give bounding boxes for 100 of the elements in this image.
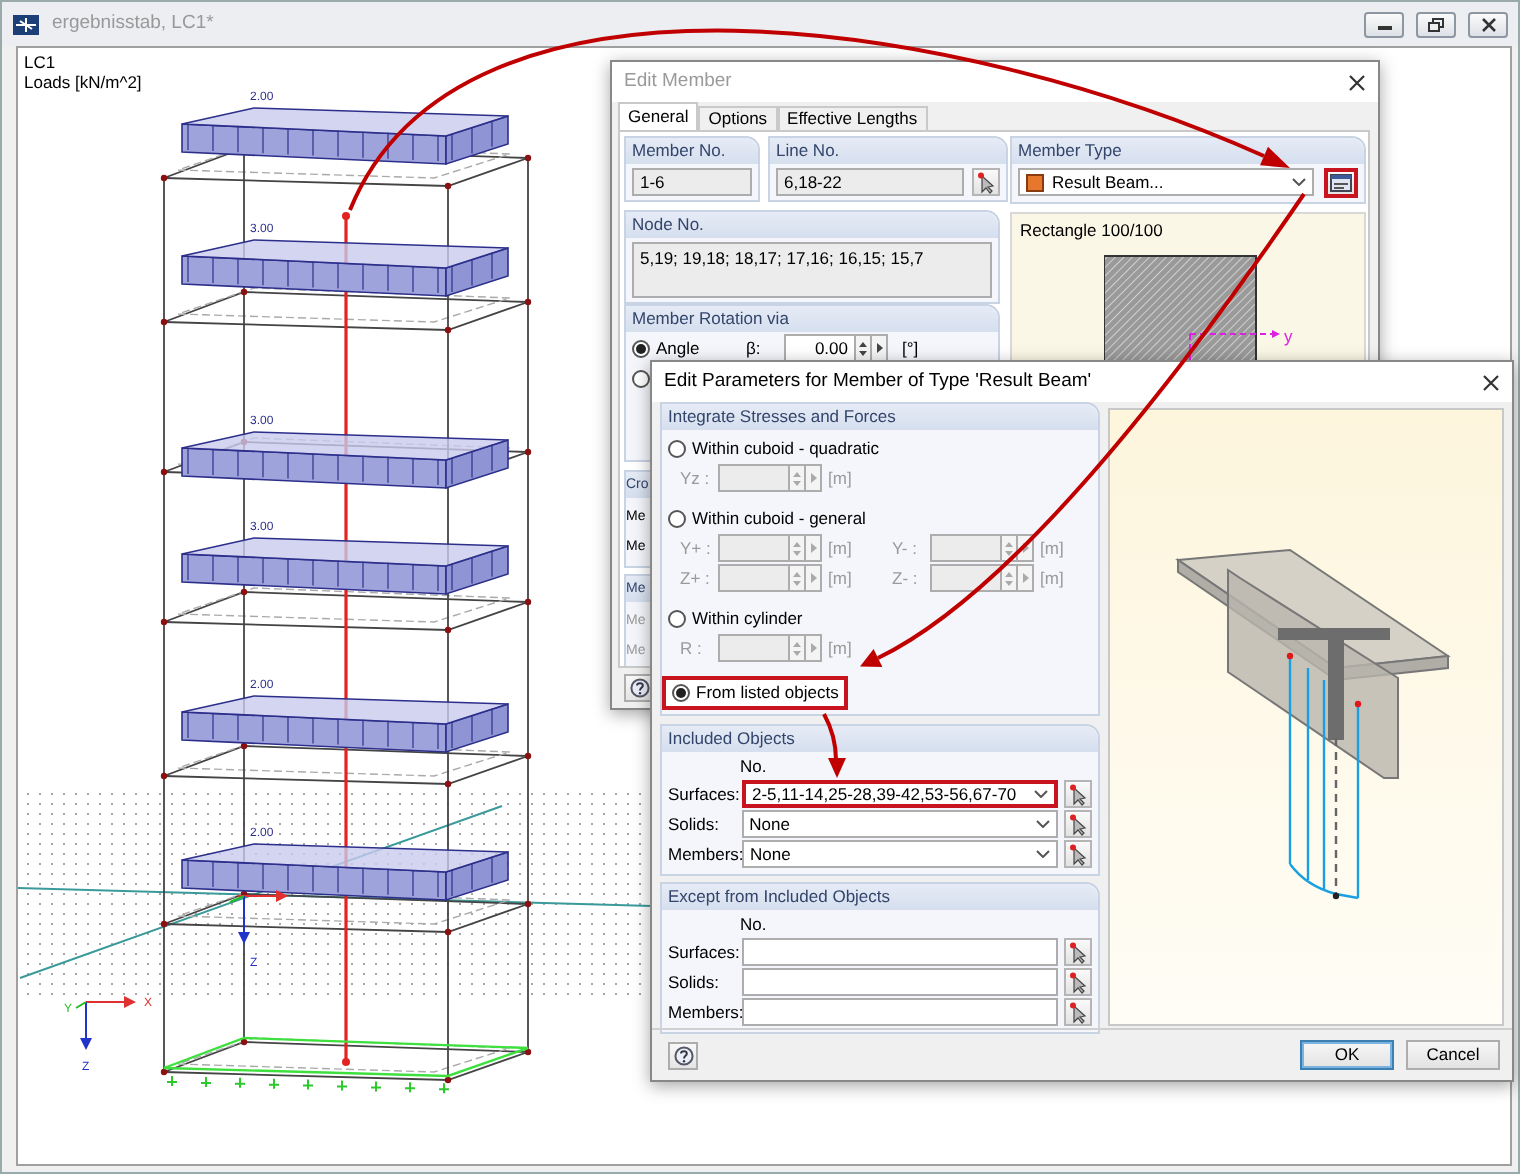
group-header: Member No. <box>626 138 758 164</box>
input-field[interactable] <box>742 998 1058 1026</box>
field-label: β: <box>746 337 763 359</box>
radio-label[interactable]: Within cuboid - general <box>692 508 866 530</box>
radio-button[interactable] <box>668 510 686 528</box>
play-arrow-icon <box>809 472 817 484</box>
restore-button[interactable] <box>1416 11 1456 37</box>
dialog-title: Edit Parameters for Member of Type 'Result Beam' <box>664 370 1092 394</box>
dropdown[interactable]: None <box>741 810 1058 838</box>
close-icon <box>1481 17 1495 31</box>
spin-button[interactable] <box>1002 534 1018 562</box>
help-icon <box>673 1045 693 1065</box>
radio-label[interactable]: Angle <box>656 337 740 359</box>
dropdown[interactable]: None <box>742 840 1058 868</box>
column-header: No. <box>740 756 767 776</box>
radio-button[interactable] <box>632 339 650 357</box>
radio-label[interactable]: Within cylinder <box>692 608 803 630</box>
help-button[interactable] <box>668 1041 698 1069</box>
field-label: R : <box>680 637 704 659</box>
unit-label: [m] <box>1040 567 1064 589</box>
tab[interactable]: Options <box>698 106 778 130</box>
pick-button[interactable] <box>972 168 1000 196</box>
edit-dialog-icon <box>1330 174 1352 192</box>
cursor-pick-icon <box>1068 813 1088 835</box>
up-down-arrows-icon <box>1004 569 1014 587</box>
cursor-pick-icon <box>1068 971 1088 993</box>
radio-label[interactable]: From listed objects <box>696 682 839 704</box>
input-field[interactable] <box>742 938 1058 966</box>
unit-label: [m] <box>828 537 852 559</box>
field-label: Yz : <box>680 467 712 489</box>
close-icon <box>1347 73 1365 91</box>
up-down-arrows-icon <box>1004 539 1014 557</box>
section-name: Rectangle 100/100 <box>1020 220 1163 241</box>
field-label: Y- : <box>892 537 919 559</box>
dialog-title: Edit Member <box>624 70 732 94</box>
unit-label: [m] <box>1040 537 1064 559</box>
group-header: Included Objects <box>662 726 1098 752</box>
pick-button[interactable] <box>1064 968 1092 996</box>
field-label: Z- : <box>892 567 920 589</box>
spin-button[interactable] <box>856 334 872 362</box>
pick-button[interactable] <box>1064 780 1092 808</box>
play-arrow-icon <box>1021 572 1029 584</box>
dialog-button[interactable]: Cancel <box>1406 1040 1500 1070</box>
group-header: Integrate Stresses and Forces <box>662 404 1098 430</box>
app-icon <box>12 13 40 35</box>
up-down-arrows-icon <box>792 469 802 487</box>
up-down-arrows-icon <box>792 639 802 657</box>
dropdown[interactable]: 2-5,11-14,25-28,39-42,53-56,67-70 <box>742 780 1058 808</box>
radio-button[interactable] <box>672 684 690 702</box>
member-axes-icon <box>229 890 288 944</box>
text-area-field[interactable]: 5,19; 19,18; 18,17; 17,16; 16,15; 15,7 <box>632 242 992 298</box>
play-arrow-icon <box>1021 542 1029 554</box>
units-label: Loads [kN/m^2] <box>24 72 142 93</box>
load-case-label: LC1 <box>24 52 56 73</box>
input-field[interactable] <box>741 968 1058 996</box>
caret-icon <box>1292 178 1306 186</box>
group-header: Member Type <box>1012 138 1364 164</box>
input-field[interactable]: 1-6 <box>632 168 752 196</box>
group-header: Except from Included Objects <box>662 884 1098 910</box>
restore-icon <box>1428 17 1444 31</box>
pick-button[interactable] <box>1064 938 1092 966</box>
input-field[interactable]: 6,18-22 <box>776 168 964 196</box>
tab[interactable]: Effective Lengths <box>777 106 928 130</box>
step-button[interactable] <box>872 334 888 362</box>
axis-label: y <box>1284 326 1293 347</box>
minimize-button[interactable] <box>1364 11 1404 37</box>
unit-label: [m] <box>828 637 852 659</box>
pick-button[interactable] <box>1064 840 1092 868</box>
up-down-arrows-icon <box>792 539 802 557</box>
spin-field[interactable]: 0.00 <box>784 334 856 362</box>
dialog-button[interactable]: OK <box>1300 1040 1394 1070</box>
color-swatch-icon <box>1026 173 1044 191</box>
field-label: Y+ : <box>680 537 713 559</box>
unit-label: [°] <box>902 337 919 359</box>
field-label: Surfaces: <box>668 941 736 963</box>
radio-button[interactable] <box>668 440 686 458</box>
radio-button[interactable] <box>668 610 686 628</box>
spin-button[interactable] <box>1002 564 1018 592</box>
cursor-pick-icon <box>1068 941 1088 963</box>
up-down-arrows-icon <box>792 569 802 587</box>
pick-button[interactable] <box>1064 998 1092 1026</box>
column-header: No. <box>740 914 767 934</box>
dropdown[interactable]: Result Beam... <box>1018 168 1314 196</box>
group-header: Node No. <box>626 212 998 238</box>
pick-button[interactable] <box>1064 810 1092 838</box>
tab[interactable]: General <box>618 102 699 130</box>
radio-label[interactable]: Within cuboid - quadratic <box>692 438 880 460</box>
up-down-arrows-icon <box>858 339 868 357</box>
caret-icon <box>1036 820 1050 828</box>
caret-icon <box>1036 850 1050 858</box>
group-header: Line No. <box>770 138 1006 164</box>
close-button[interactable] <box>1468 11 1508 37</box>
edit-button[interactable] <box>1324 168 1358 198</box>
caret-icon <box>1034 790 1048 798</box>
cursor-pick-icon <box>976 171 996 193</box>
play-arrow-icon <box>875 342 883 354</box>
radio-button[interactable] <box>632 369 650 387</box>
axis-triad-icon <box>75 996 136 1050</box>
close-icon <box>1481 373 1499 391</box>
window-title: ergebnisstab, LC1* <box>52 12 214 36</box>
